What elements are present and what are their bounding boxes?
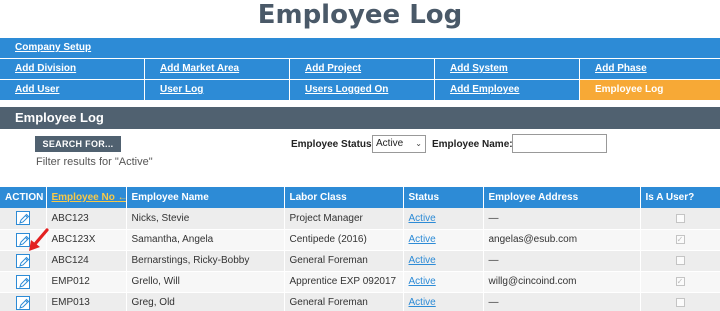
employee-status-select[interactable]: Active ⌄: [372, 135, 426, 153]
page-title: Employee Log: [257, 0, 463, 30]
nav-user-log[interactable]: User Log: [145, 80, 290, 100]
navigation-menu: Company Setup Add Division Add Market Ar…: [0, 38, 720, 101]
employee-address-cell: angelas@esub.com: [483, 229, 641, 251]
is-user-cell: [640, 292, 720, 311]
employee-no-cell: EMP012: [46, 271, 127, 293]
action-cell: [0, 208, 47, 230]
nav-row-3: Add User User Log Users Logged On Add Em…: [0, 80, 720, 100]
nav-add-phase[interactable]: Add Phase: [580, 59, 720, 79]
col-labor-class: Labor Class: [284, 187, 404, 208]
status-cell: Active: [403, 229, 484, 251]
col-employee-name: Employee Name: [126, 187, 285, 208]
is-user-cell: ✓: [640, 271, 720, 293]
employee-name-cell: Samantha, Angela: [126, 229, 285, 251]
labor-class-cell: Apprentice EXP 092017: [284, 271, 404, 293]
employee-no-cell: EMP013: [46, 292, 127, 311]
employee-no-cell: ABC124: [46, 250, 127, 272]
status-link[interactable]: Active: [409, 213, 436, 224]
col-is-a-user: Is A User?: [640, 187, 720, 208]
status-link[interactable]: Active: [409, 276, 436, 287]
table-header-row: ACTION Employee No ← Employee Name Labor…: [0, 187, 720, 208]
nav-company-setup[interactable]: Company Setup: [0, 38, 720, 58]
employee-name-cell: Greg, Old: [126, 292, 285, 311]
is-user-checkbox[interactable]: [675, 297, 685, 307]
status-link[interactable]: Active: [409, 255, 436, 266]
is-user-checkbox[interactable]: ✓: [675, 276, 685, 286]
nav-users-logged-on[interactable]: Users Logged On: [290, 80, 435, 100]
pencil-icon[interactable]: [15, 211, 30, 226]
red-arrow-icon: [29, 228, 49, 251]
nav-add-user[interactable]: Add User: [0, 80, 145, 100]
is-user-checkbox[interactable]: [675, 255, 685, 265]
employee-no-cell: ABC123X: [46, 229, 127, 251]
col-employee-no-label: Employee No: [51, 192, 115, 203]
nav-row-1: Company Setup: [0, 38, 720, 58]
employee-no-cell: ABC123: [46, 208, 127, 230]
col-status: Status: [403, 187, 484, 208]
chevron-down-icon: ⌄: [415, 139, 422, 148]
labor-class-cell: Project Manager: [284, 208, 404, 230]
is-user-checkbox[interactable]: ✓: [675, 234, 685, 244]
employee-name-cell: Bernarstings, Ricky-Bobby: [126, 250, 285, 272]
table-row: ABC123 Nicks, Stevie Project Manager Active…: [0, 208, 720, 230]
nav-add-market-area[interactable]: Add Market Area: [145, 59, 290, 79]
labor-class-cell: General Foreman: [284, 292, 404, 311]
pencil-icon[interactable]: [15, 295, 30, 310]
table-row: ABC124 Bernarstings, Ricky-Bobby General F…: [0, 250, 720, 272]
employee-status-value: Active: [376, 138, 404, 149]
action-cell: [0, 250, 47, 272]
col-action: ACTION: [0, 187, 47, 208]
nav-add-division[interactable]: Add Division: [0, 59, 145, 79]
employee-address-cell: —: [483, 208, 641, 230]
labor-class-cell: Centipede (2016): [284, 229, 404, 251]
employee-status-label: Employee Status:: [291, 139, 375, 150]
is-user-cell: [640, 208, 720, 230]
is-user-cell: [640, 250, 720, 272]
status-cell: Active: [403, 208, 484, 230]
status-cell: Active: [403, 271, 484, 293]
employee-table: ACTION Employee No ← Employee Name Labor…: [0, 187, 720, 311]
action-cell: [0, 271, 47, 293]
labor-class-cell: General Foreman: [284, 250, 404, 272]
is-user-checkbox[interactable]: [675, 213, 685, 223]
employee-address-cell: willg@cincoind.com: [483, 271, 641, 293]
employee-name-label: Employee Name:: [432, 139, 513, 150]
col-employee-address: Employee Address: [483, 187, 641, 208]
table-row: ABC123X Samantha, Angela Centipede (2016) A…: [0, 229, 720, 251]
status-link[interactable]: Active: [409, 234, 436, 245]
col-employee-no[interactable]: Employee No ←: [46, 187, 127, 208]
nav-add-system[interactable]: Add System: [435, 59, 580, 79]
nav-add-project[interactable]: Add Project: [290, 59, 435, 79]
employee-name-cell: Grello, Will: [126, 271, 285, 293]
employee-name-input[interactable]: [512, 134, 607, 153]
status-cell: Active: [403, 292, 484, 311]
nav-row-2: Add Division Add Market Area Add Project…: [0, 59, 720, 79]
nav-add-employee[interactable]: Add Employee: [435, 80, 580, 100]
nav-employee-log[interactable]: Employee Log: [580, 80, 720, 100]
sort-arrow-icon: ←: [118, 192, 125, 203]
pencil-icon[interactable]: [15, 253, 30, 268]
status-cell: Active: [403, 250, 484, 272]
status-link[interactable]: Active: [409, 297, 436, 308]
employee-address-cell: —: [483, 292, 641, 311]
action-cell: [0, 292, 47, 311]
filter-note: Filter results for "Active": [36, 156, 153, 168]
pencil-icon[interactable]: [15, 274, 30, 289]
section-header: Employee Log: [0, 107, 720, 129]
is-user-cell: ✓: [640, 229, 720, 251]
table-row: EMP013 Greg, Old General Foreman Active —: [0, 292, 720, 311]
search-for-button[interactable]: SEARCH FOR...: [35, 136, 121, 152]
employee-name-cell: Nicks, Stevie: [126, 208, 285, 230]
employee-address-cell: —: [483, 250, 641, 272]
table-row: EMP012 Grello, Will Apprentice EXP 092017 A…: [0, 271, 720, 293]
